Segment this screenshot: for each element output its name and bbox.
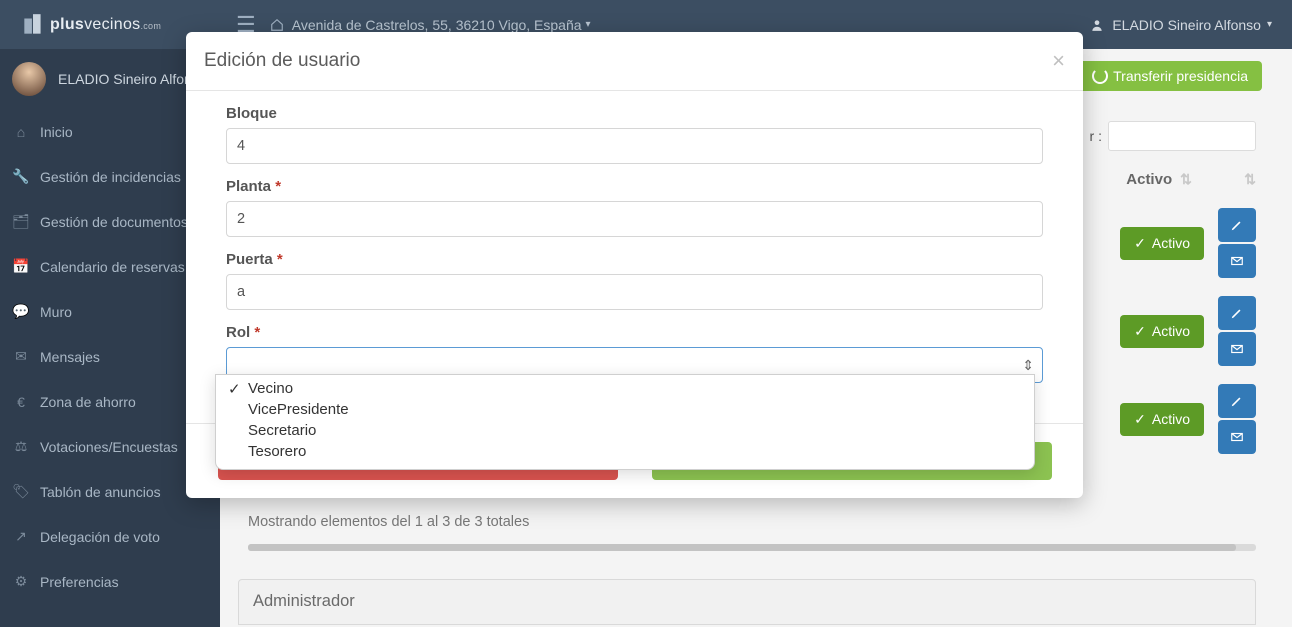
required-asterisk: * — [254, 324, 260, 341]
rol-dropdown: ✓Vecino VicePresidente Secretario Tesore… — [215, 374, 1035, 470]
label-puerta: Puerta * — [226, 251, 1043, 268]
select-stepper-icon: ⇕ — [1022, 357, 1034, 374]
modal-title: Edición de usuario — [204, 50, 360, 72]
label-bloque: Bloque — [226, 105, 1043, 122]
input-puerta[interactable] — [226, 274, 1043, 310]
required-asterisk: * — [277, 251, 283, 268]
input-bloque[interactable] — [226, 128, 1043, 164]
dropdown-option-vicepresidente[interactable]: VicePresidente — [216, 399, 1034, 420]
input-planta[interactable] — [226, 201, 1043, 237]
label-planta: Planta * — [226, 178, 1043, 195]
dropdown-option-vecino[interactable]: ✓Vecino — [216, 378, 1034, 399]
required-asterisk: * — [275, 178, 281, 195]
form-group-puerta: Puerta * — [226, 251, 1043, 310]
form-group-bloque: Bloque — [226, 105, 1043, 164]
label-rol: Rol * — [226, 324, 1043, 341]
modal-body: Bloque Planta * Puerta * Rol * ⇕ — [186, 91, 1083, 383]
close-icon[interactable]: × — [1052, 48, 1065, 74]
modal-header: Edición de usuario × — [186, 32, 1083, 91]
dropdown-option-tesorero[interactable]: Tesorero — [216, 441, 1034, 462]
dropdown-option-secretario[interactable]: Secretario — [216, 420, 1034, 441]
form-group-planta: Planta * — [226, 178, 1043, 237]
check-icon: ✓ — [228, 380, 248, 398]
